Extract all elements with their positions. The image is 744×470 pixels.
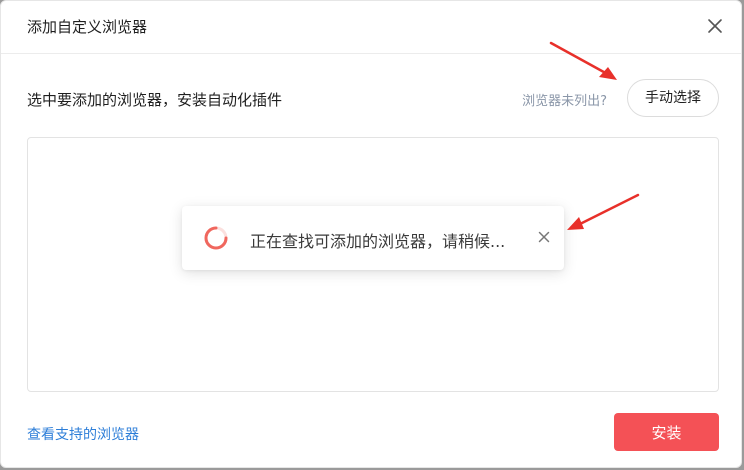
dialog-header: 添加自定义浏览器 [1,1,741,54]
view-supported-browsers-link[interactable]: 查看支持的浏览器 [27,424,139,444]
manual-select-button[interactable]: 手动选择 [627,79,719,117]
close-icon [708,19,722,33]
browser-not-listed-hint: 浏览器未列出? [522,94,607,109]
toast-message: 正在查找可添加的浏览器，请稍候... [250,232,506,251]
loading-spinner-icon [204,226,228,250]
dialog-close-button[interactable] [707,18,723,34]
dialog-title: 添加自定义浏览器 [27,18,148,36]
close-icon [538,231,550,243]
add-custom-browser-dialog: 添加自定义浏览器 选中要添加的浏览器，安装自动化插件 浏览器未列出? 手动选择 … [0,0,742,468]
install-button[interactable]: 安装 [614,413,719,451]
instruction-text: 选中要添加的浏览器，安装自动化插件 [27,91,283,109]
loading-toast: 正在查找可添加的浏览器，请稍候... [182,206,564,270]
toast-close-button[interactable] [538,231,550,243]
